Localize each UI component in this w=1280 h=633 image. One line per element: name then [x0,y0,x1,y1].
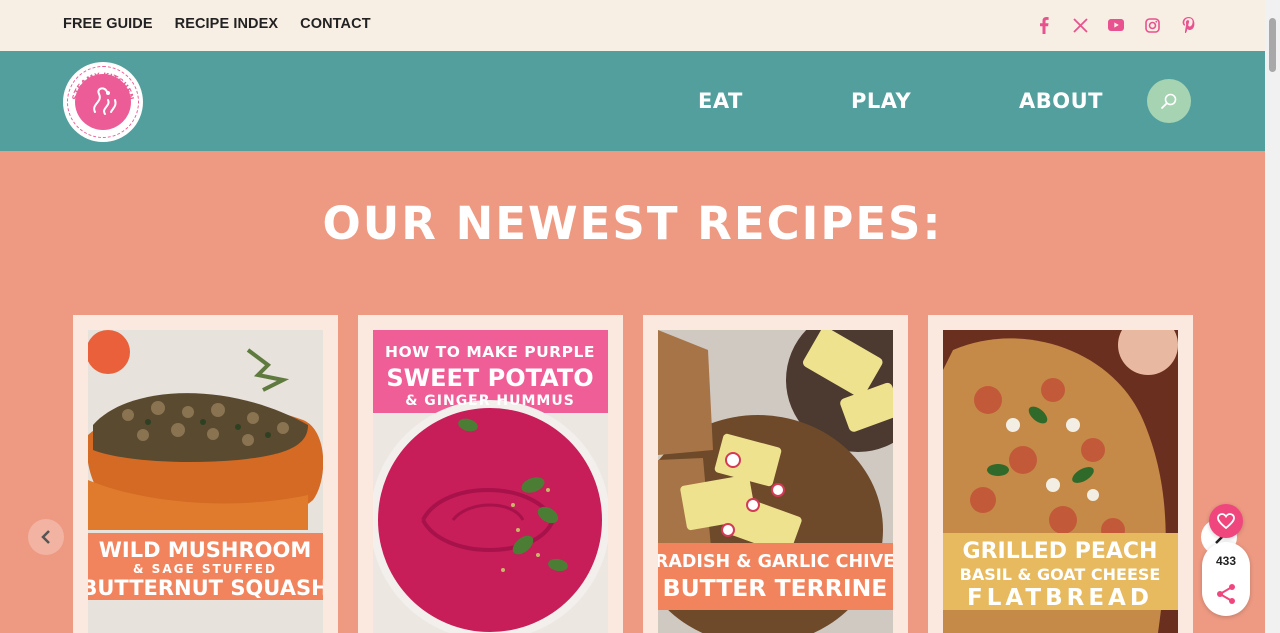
pinterest-icon[interactable] [1178,14,1198,36]
card-title-line3: & GINGER HUMMUS [405,393,575,409]
card-title-line2: & SAGE STUFFED [133,562,277,576]
logo-text-ring: STEAMY KITCHEN SIMPLE PLEASURES [70,71,135,129]
share-count: 433 [1215,554,1237,568]
card-title-line3: BUTTERNUT SQUASH [88,576,323,600]
x-icon[interactable] [1070,14,1090,36]
instagram-icon[interactable] [1142,14,1162,36]
recipe-card[interactable]: RADISH & GARLIC CHIVE BUTTER TERRINE [643,315,908,633]
recipe-image[interactable]: WILD MUSHROOM & SAGE STUFFED BUTTERNUT S… [88,330,323,633]
search-button[interactable] [1147,79,1191,123]
utility-links: FREE GUIDE RECIPE INDEX CONTACT [63,16,371,32]
facebook-icon[interactable] [1034,14,1054,36]
search-icon [1161,93,1177,109]
svg-text:STEAMY KITCHEN: STEAMY KITCHEN [70,71,135,101]
card-title-line1: RADISH & GARLIC CHIVE [658,552,893,572]
chevron-left-icon [41,530,50,544]
card-title-line3: FLATBREAD [967,585,1153,611]
recipe-card[interactable]: GRILLED PEACH BASIL & GOAT CHEESE FLATBR… [928,315,1193,633]
card-title-line2: SWEET POTATO [386,364,593,392]
page-scrollbar[interactable] [1265,0,1280,633]
free-guide-link[interactable]: FREE GUIDE [63,16,153,32]
card-title-line1: GRILLED PEACH [963,539,1158,564]
card-title-line2: BASIL & GOAT CHEESE [960,565,1161,584]
logo-text-bottom: SIMPLE PLEASURES [81,113,125,129]
recipe-index-link[interactable]: RECIPE INDEX [175,16,279,32]
card-title-line1: WILD MUSHROOM [99,538,312,562]
card-title-line2: BUTTER TERRINE [663,574,888,602]
social-links [1034,14,1198,36]
nav-eat[interactable]: EAT [698,89,743,113]
recipe-image[interactable]: GRILLED PEACH BASIL & GOAT CHEESE FLATBR… [943,330,1178,633]
top-utility-bar: FREE GUIDE RECIPE INDEX CONTACT [0,0,1265,51]
youtube-icon[interactable] [1106,14,1126,36]
section-headline: OUR NEWEST RECIPES: [322,197,943,250]
main-navbar: STEAMY KITCHEN SIMPLE PLEASURES EAT PLAY… [0,51,1265,151]
logo-text-top: STEAMY KITCHEN [70,71,135,101]
steamy-kitchen-logo[interactable]: STEAMY KITCHEN SIMPLE PLEASURES [63,62,143,142]
contact-link[interactable]: CONTACT [300,16,371,32]
svg-text:SIMPLE PLEASURES: SIMPLE PLEASURES [81,113,125,129]
recipe-card[interactable]: HOW TO MAKE PURPLE SWEET POTATO & GINGER… [358,315,623,633]
favorite-button[interactable] [1209,504,1243,538]
nav-play[interactable]: PLAY [851,89,911,113]
share-widget[interactable]: 433 [1202,542,1250,616]
heart-icon [1217,513,1235,529]
recipe-image[interactable]: HOW TO MAKE PURPLE SWEET POTATO & GINGER… [373,330,608,633]
share-icon[interactable] [1214,582,1238,606]
nav-about[interactable]: ABOUT [1019,89,1103,113]
recipe-image[interactable]: RADISH & GARLIC CHIVE BUTTER TERRINE [658,330,893,633]
recipe-card[interactable]: WILD MUSHROOM & SAGE STUFFED BUTTERNUT S… [73,315,338,633]
carousel-prev-button[interactable] [28,519,64,555]
card-title-line1: HOW TO MAKE PURPLE [385,343,595,361]
scrollbar-thumb[interactable] [1269,18,1276,72]
